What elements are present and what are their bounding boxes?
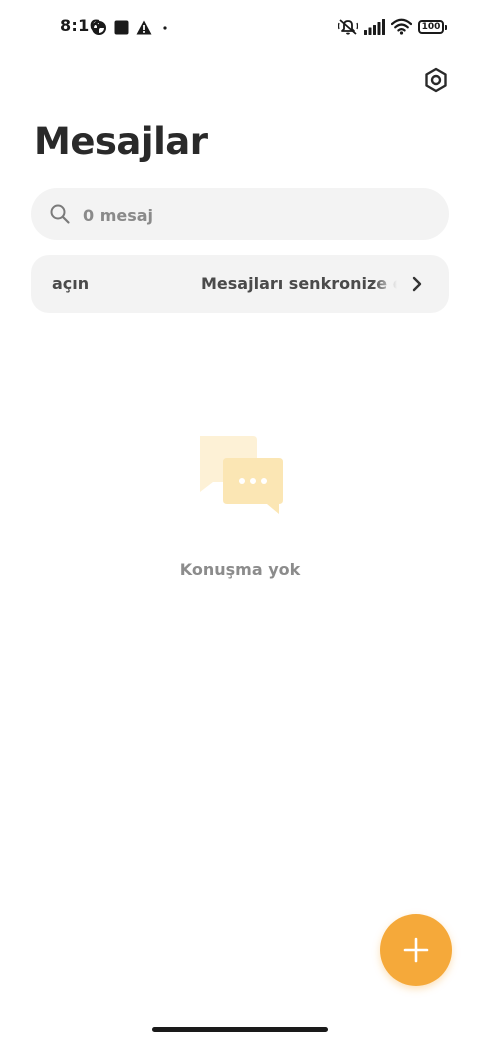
search-bar[interactable] xyxy=(31,188,449,240)
silent-mode-icon xyxy=(338,19,358,35)
chat-bubbles-icon xyxy=(200,436,283,514)
sync-messages-banner[interactable]: açın Mesajları senkronize et xyxy=(31,255,449,313)
status-bar: 8:16 100 xyxy=(0,0,480,56)
sync-open-action[interactable]: açın xyxy=(52,274,89,293)
warning-icon xyxy=(136,20,152,35)
signal-icon xyxy=(364,19,385,35)
empty-state-text: Konuşma yok xyxy=(179,560,301,579)
settings-button[interactable] xyxy=(420,64,452,96)
square-notification-icon xyxy=(114,20,129,35)
plus-icon xyxy=(403,937,429,963)
search-icon xyxy=(50,204,70,224)
search-input[interactable] xyxy=(81,196,425,234)
page-title: Mesajlar xyxy=(34,120,208,163)
battery-icon: 100 xyxy=(418,20,447,34)
hexagon-settings-icon xyxy=(425,67,447,93)
gesture-navigation-bar[interactable] xyxy=(152,1027,328,1032)
wifi-icon xyxy=(391,18,412,35)
data-saver-icon xyxy=(92,21,106,35)
dot-icon xyxy=(163,26,167,30)
sync-label: Mesajları senkronize et xyxy=(201,274,397,293)
sync-label-container: Mesajları senkronize et xyxy=(201,274,397,296)
new-message-button[interactable] xyxy=(380,914,452,986)
chevron-right-icon xyxy=(412,276,422,292)
messages-screen: 8:16 100 Mesajlar 0 mesaj açın Mesajları… xyxy=(0,0,480,1040)
